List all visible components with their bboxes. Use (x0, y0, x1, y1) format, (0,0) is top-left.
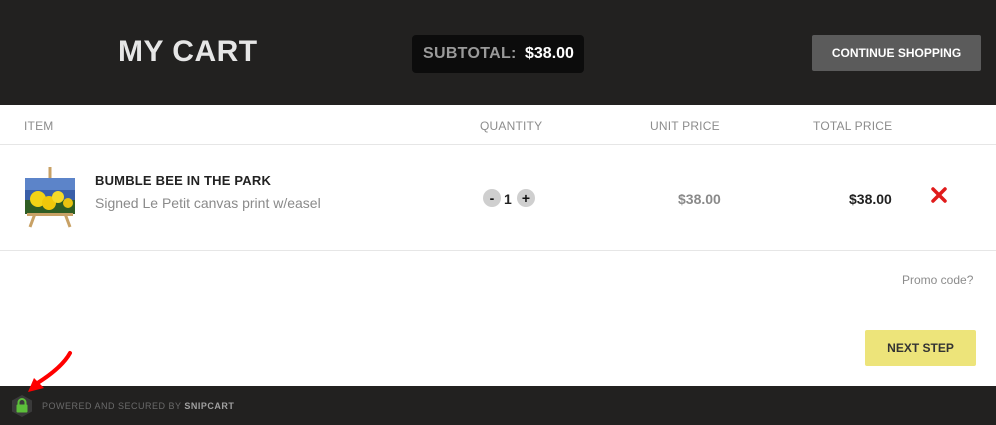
product-thumbnail (25, 167, 75, 228)
divider (0, 144, 996, 145)
quantity-value: 1 (504, 191, 512, 207)
divider (0, 250, 996, 251)
close-icon[interactable] (930, 186, 948, 204)
subtotal-value: $38.00 (525, 45, 574, 62)
lock-icon (12, 395, 32, 417)
column-header-quantity: QUANTITY (480, 119, 543, 133)
item-name[interactable]: BUMBLE BEE IN THE PARK (95, 173, 271, 188)
powered-by-brand: SNIPCART (184, 401, 235, 411)
subtotal-label: SUBTOTAL: (423, 45, 517, 62)
quantity-decrement-button[interactable]: - (483, 189, 501, 207)
column-header-unit-price: UNIT PRICE (650, 119, 720, 133)
arrow-annotation-icon (28, 351, 72, 392)
subtotal-box: SUBTOTAL: $38.00 (412, 35, 584, 73)
promo-code-link[interactable]: Promo code? (902, 273, 973, 287)
item-description: Signed Le Petit canvas print w/easel (95, 195, 321, 211)
next-step-button[interactable]: NEXT STEP (865, 330, 976, 366)
footer: POWERED AND SECURED BY SNIPCART (0, 386, 996, 425)
unit-price: $38.00 (678, 191, 721, 207)
total-price: $38.00 (849, 191, 892, 207)
column-header-total-price: TOTAL PRICE (813, 119, 893, 133)
powered-by-label: POWERED AND SECURED BY (42, 401, 182, 411)
page-title: MY CART (118, 35, 258, 68)
cart-header: MY CART SUBTOTAL: $38.00 CONTINUE SHOPPI… (0, 0, 996, 105)
continue-shopping-button[interactable]: CONTINUE SHOPPING (812, 35, 981, 71)
powered-by-text: POWERED AND SECURED BY SNIPCART (42, 401, 234, 411)
quantity-increment-button[interactable]: + (517, 189, 535, 207)
column-header-item: ITEM (24, 119, 54, 133)
